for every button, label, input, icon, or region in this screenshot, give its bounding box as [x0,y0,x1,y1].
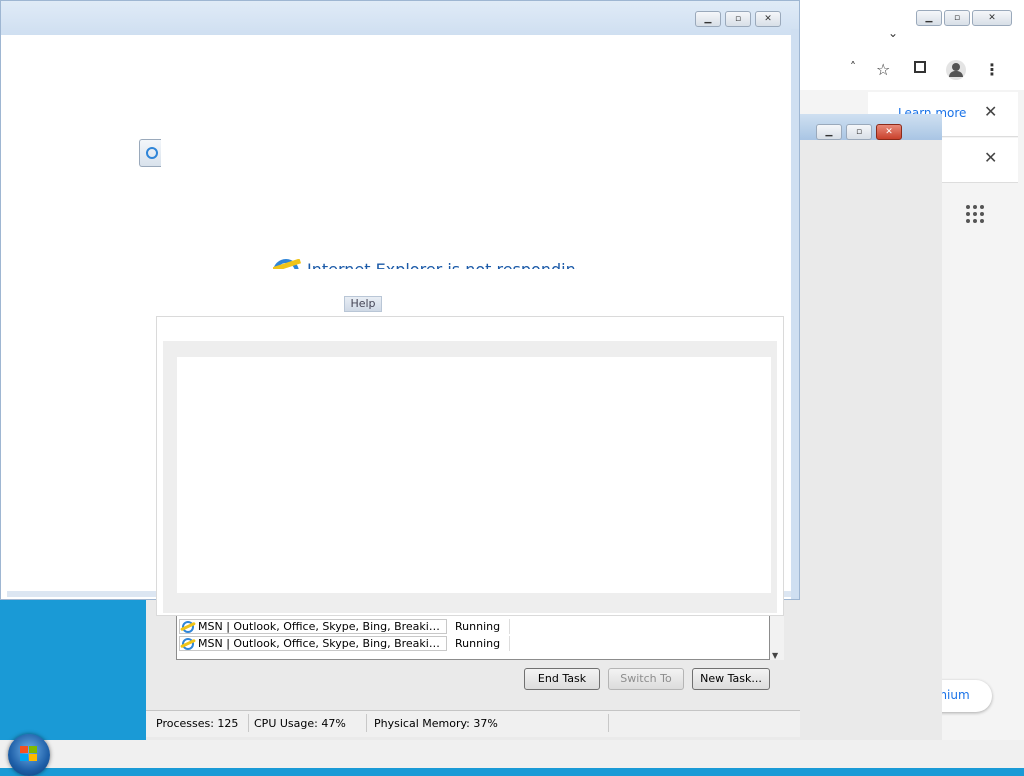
close-button[interactable]: ✕ [876,124,902,140]
ie-icon [182,638,194,650]
processes-count: Processes: 125 [156,717,239,730]
minimize-button[interactable]: ▁ [695,11,721,27]
new-task-button[interactable]: New Task... [692,668,770,690]
chevron-up-icon[interactable]: ˄ [850,60,856,74]
menu-icon[interactable]: ⋮ [984,60,1000,79]
task-manager-caption-buttons: ▁ ▫ ✕ [816,124,906,142]
close-button[interactable]: ✕ [755,11,781,27]
task-status: Running [455,637,501,650]
task-name-cell: MSN | Outlook, Office, Skype, Bing, Brea… [179,619,447,634]
status-divider [248,714,249,732]
status-divider [366,714,367,732]
star-icon[interactable]: ☆ [876,60,890,79]
ie-caption-buttons: ▁ ▫ ✕ [695,11,785,29]
table-row[interactable]: MSN | Outlook, Office, Skype, Bing, Brea… [179,636,767,652]
cpu-usage: CPU Usage: 47% [254,717,346,730]
maximize-button[interactable]: ▫ [846,124,872,140]
chevron-down-icon[interactable]: ⌄ [888,26,898,40]
ie-titlebar [1,1,799,35]
ie-tab[interactable] [139,139,161,167]
task-list[interactable]: MSN | Outlook, Office, Skype, Bing, Brea… [176,614,770,660]
task-name: MSN | Outlook, Office, Skype, Bing, Brea… [198,620,447,633]
blank-dialog [156,316,784,616]
windows-logo-icon [20,746,38,762]
help-menu[interactable]: Help [344,296,382,312]
dialog-content [177,357,771,593]
taskbar [0,740,1024,768]
task-name: MSN | Outlook, Office, Skype, Bing, Brea… [198,637,447,650]
side-panel-icon[interactable] [914,61,926,73]
status-bar: Processes: 125 CPU Usage: 47% Physical M… [146,710,800,737]
table-row[interactable]: MSN | Outlook, Office, Skype, Bing, Brea… [179,619,767,635]
status-divider [608,714,609,732]
ie-status-text: Internet Explorer is not responding [307,259,577,269]
ie-icon [182,621,194,633]
ie-logo-icon [273,259,301,269]
close-icon[interactable]: ✕ [984,102,997,121]
chrome-toolbar: ˄ ☆ ⋮ [800,50,1024,90]
task-status: Running [455,620,501,633]
maximize-button[interactable]: ▫ [725,11,751,27]
start-button[interactable] [8,734,50,776]
column-divider [509,636,510,651]
ie-icon [146,147,158,159]
maximize-button[interactable]: ▫ [944,10,970,26]
profile-icon[interactable] [946,60,966,80]
column-divider [509,619,510,634]
chrome-caption-buttons: ▁ ▫ ✕ [916,10,1016,28]
task-name-cell: MSN | Outlook, Office, Skype, Bing, Brea… [179,636,447,651]
minimize-button[interactable]: ▁ [816,124,842,140]
ie-frame-edge [791,29,799,599]
end-task-button[interactable]: End Task [524,668,600,690]
close-button[interactable]: ✕ [972,10,1012,26]
physical-memory: Physical Memory: 37% [374,717,498,730]
close-icon[interactable]: ✕ [984,148,997,167]
task-list-scrollbar[interactable]: ▼ [770,616,784,660]
minimize-button[interactable]: ▁ [916,10,942,26]
switch-to-button[interactable]: Switch To [608,668,684,690]
scroll-down-icon[interactable]: ▼ [772,651,778,660]
